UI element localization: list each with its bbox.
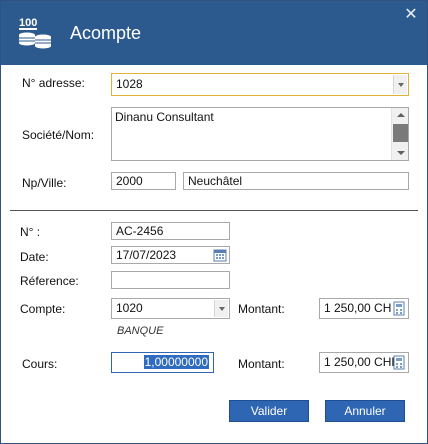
date-field[interactable]: 17/07/2023 <box>111 246 230 264</box>
reference-label: Réference: <box>20 274 79 288</box>
reference-field[interactable] <box>111 271 230 289</box>
amount-value: 1 250,00 CH <box>324 301 392 315</box>
account-label: Compte: <box>20 302 66 316</box>
zip-field[interactable]: 2000 <box>111 172 176 190</box>
calculator-icon[interactable] <box>392 301 407 316</box>
amount-field-2[interactable]: 1 250,00 CHF <box>319 352 409 373</box>
coins-badge-text: 100 <box>19 17 37 29</box>
calculator-icon[interactable] <box>392 355 407 370</box>
chevron-down-icon[interactable] <box>393 75 407 94</box>
rate-field[interactable]: 1,00000000 <box>111 352 214 373</box>
calendar-icon[interactable] <box>213 248 228 263</box>
amount-label: Montant: <box>238 302 285 316</box>
account-combo[interactable]: 1020 <box>111 298 230 319</box>
scroll-thumb[interactable] <box>393 124 408 142</box>
amount-field[interactable]: 1 250,00 CH <box>319 298 409 319</box>
amount-label-2: Montant: <box>238 357 285 371</box>
title-bar: 100 Acompte ✕ <box>1 1 427 65</box>
number-field[interactable]: AC-2456 <box>111 222 230 240</box>
city-label: Np/Ville: <box>22 176 67 190</box>
dialog-title: Acompte <box>70 23 142 43</box>
date-value: 17/07/2023 <box>116 248 177 262</box>
coins-stack-icon: 100 <box>17 15 53 51</box>
rate-label: Cours: <box>22 357 58 371</box>
cancel-button[interactable]: Annuler <box>325 400 405 422</box>
company-scrollbar[interactable] <box>391 108 408 160</box>
close-icon[interactable]: ✕ <box>403 7 419 23</box>
date-label: Date: <box>20 250 49 264</box>
company-name-textarea[interactable]: Dinanu Consultant <box>111 107 409 161</box>
company-name-value: Dinanu Consultant <box>115 110 214 124</box>
section-divider <box>10 210 418 211</box>
number-label: N° : <box>20 225 41 239</box>
acompte-dialog: 100 Acompte ✕ N° adresse: 1028 Société/N… <box>0 0 428 444</box>
validate-button[interactable]: Valider <box>229 400 309 422</box>
amount-value-2: 1 250,00 CHF <box>324 355 399 369</box>
account-value: 1020 <box>116 301 143 315</box>
address-label: N° adresse: <box>22 76 85 90</box>
account-name-note: BANQUE <box>117 325 164 337</box>
city-field[interactable]: Neuchâtel <box>183 172 409 190</box>
rate-value: 1,00000000 <box>143 355 209 369</box>
scroll-up-icon[interactable] <box>392 108 409 122</box>
chevron-down-icon[interactable] <box>214 300 228 317</box>
scroll-down-icon[interactable] <box>392 146 409 160</box>
address-number-value: 1028 <box>116 77 143 91</box>
company-label: Société/Nom: <box>22 128 95 142</box>
address-number-combo[interactable]: 1028 <box>111 73 409 96</box>
